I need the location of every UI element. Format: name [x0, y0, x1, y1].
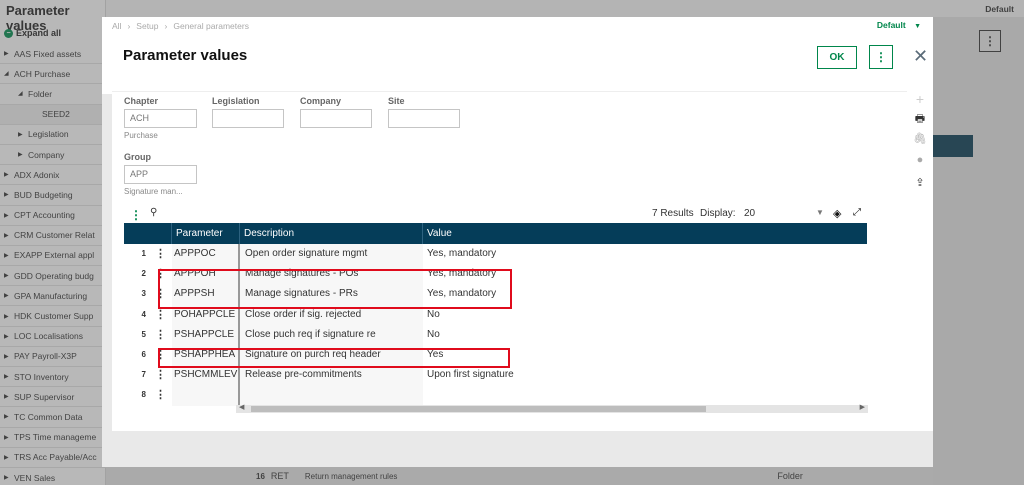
- expand-icon[interactable]: ⤢: [853, 207, 861, 218]
- horizontal-scrollbar[interactable]: ◀ ▶: [236, 403, 868, 413]
- right-action-rail: + 🖶 🖇 ● ⇪: [907, 91, 933, 431]
- description-cell[interactable]: Open order signature mgmt: [240, 244, 423, 265]
- row-actions-icon[interactable]: ⋮: [149, 365, 172, 385]
- chevron-right-icon: ›: [127, 21, 131, 31]
- company-field[interactable]: [300, 109, 372, 128]
- chapter-label: Chapter: [124, 96, 159, 106]
- results-count: 7 Results: [652, 208, 694, 219]
- site-label: Site: [388, 96, 405, 106]
- display-count-select[interactable]: 20: [744, 208, 755, 219]
- description-cell[interactable]: [240, 385, 423, 406]
- parameter-cell[interactable]: PSHAPPCLE: [172, 324, 240, 345]
- parameter-values-dialog: All › Setup › General parameters Default…: [102, 17, 933, 467]
- row-number: 8: [141, 390, 146, 400]
- parameter-cell[interactable]: PSHCMMLEV: [172, 365, 240, 386]
- value-cell[interactable]: [423, 385, 867, 405]
- chapter-field[interactable]: ACH: [124, 109, 197, 128]
- column-header-parameter[interactable]: Parameter: [172, 223, 240, 244]
- table-row[interactable]: 7 ⋮ PSHCMMLEV Release pre-commitments Upon f…: [124, 365, 867, 386]
- row-number: 6: [141, 349, 146, 359]
- column-header-value[interactable]: Value: [423, 223, 867, 244]
- table-row[interactable]: 8 ⋮: [124, 385, 867, 406]
- column-header-description[interactable]: Description: [240, 223, 423, 244]
- value-cell[interactable]: Yes, mandatory: [423, 244, 867, 264]
- row-number: 2: [141, 269, 146, 279]
- header-spacer: [124, 223, 172, 244]
- table-row[interactable]: 1 ⋮ APPPOC Open order signature mgmt Yes, ma…: [124, 244, 867, 265]
- scrollbar-thumb[interactable]: [251, 406, 706, 412]
- display-label: Display:: [700, 208, 736, 219]
- print-icon[interactable]: 🖶: [912, 111, 928, 127]
- search-icon[interactable]: ⚲: [150, 207, 157, 218]
- site-field[interactable]: [388, 109, 460, 128]
- row-number: 5: [141, 329, 146, 339]
- parameter-cell[interactable]: [172, 385, 240, 406]
- value-cell[interactable]: Upon first signature: [423, 365, 867, 385]
- group-field[interactable]: APP: [124, 165, 197, 184]
- legislation-field[interactable]: [212, 109, 284, 128]
- caret-down-icon[interactable]: ▼: [816, 208, 824, 217]
- parameters-grid: Parameter Description Value 1 ⋮ APPPOC Open…: [124, 223, 867, 406]
- scroll-left-arrow-icon[interactable]: ◀: [239, 403, 244, 411]
- row-number: 1: [141, 249, 146, 258]
- chevron-right-icon: ›: [164, 21, 168, 31]
- breadcrumb-general-parameters[interactable]: General parameters: [173, 21, 249, 31]
- paperclip-icon[interactable]: 🖇: [912, 131, 928, 147]
- close-icon[interactable]: ✕: [913, 47, 928, 65]
- page-title: Parameter values: [123, 47, 248, 64]
- legislation-label: Legislation: [212, 96, 260, 106]
- breadcrumb-setup[interactable]: Setup: [136, 21, 158, 31]
- row-number: 7: [141, 370, 146, 380]
- default-selector[interactable]: Default ▼: [877, 20, 921, 30]
- grid-menu-icon[interactable]: ⋮: [130, 208, 142, 222]
- highlight-box-row-6: [158, 348, 510, 368]
- row-actions-icon[interactable]: ⋮: [149, 385, 172, 405]
- comment-icon[interactable]: ●: [912, 152, 928, 168]
- row-actions-icon[interactable]: ⋮: [149, 325, 172, 345]
- table-row[interactable]: 5 ⋮ PSHAPPCLE Close puch req if signature r…: [124, 324, 867, 345]
- value-cell[interactable]: No: [423, 325, 867, 345]
- highlight-box-rows-2-3: [158, 269, 512, 309]
- breadcrumb-all[interactable]: All: [112, 21, 121, 31]
- scroll-right-arrow-icon[interactable]: ▶: [860, 403, 865, 411]
- caret-down-icon: ▼: [914, 23, 921, 30]
- plus-icon[interactable]: +: [912, 91, 928, 107]
- group-description: Signature man...: [124, 187, 183, 196]
- row-actions-icon[interactable]: ⋮: [149, 244, 172, 264]
- layers-icon[interactable]: ◈: [833, 207, 841, 220]
- row-number: 3: [141, 289, 146, 299]
- description-cell[interactable]: Release pre-commitments: [240, 365, 423, 386]
- default-label: Default: [876, 20, 906, 30]
- breadcrumb: All › Setup › General parameters: [112, 21, 249, 31]
- grid-header: Parameter Description Value: [124, 223, 867, 244]
- company-label: Company: [300, 96, 342, 106]
- parameter-cell[interactable]: APPPOC: [172, 244, 240, 265]
- chapter-description: Purchase: [124, 131, 158, 140]
- share-icon[interactable]: ⇪: [912, 175, 928, 191]
- row-number: 4: [141, 309, 146, 319]
- ok-button[interactable]: OK: [817, 46, 857, 69]
- description-cell[interactable]: Close puch req if signature re: [240, 324, 423, 345]
- more-actions-button[interactable]: ⋮: [869, 45, 893, 69]
- group-label: Group: [124, 152, 151, 162]
